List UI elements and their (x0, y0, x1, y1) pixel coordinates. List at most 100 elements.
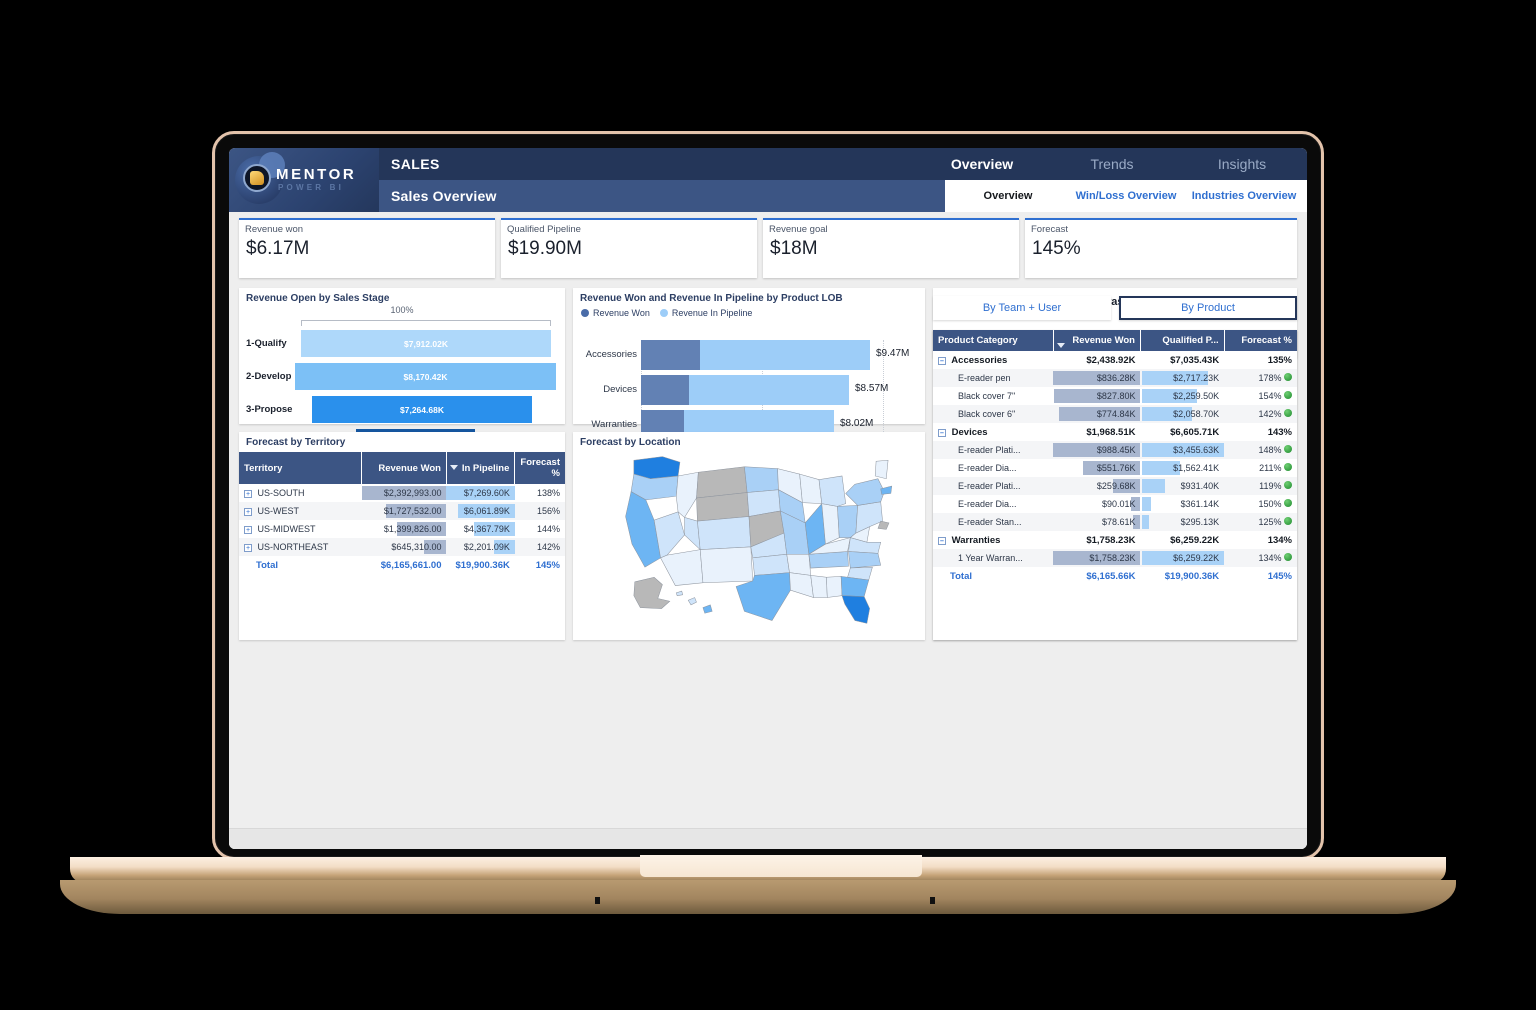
us-map-svg[interactable] (573, 452, 925, 627)
status-indicator-icon (1284, 553, 1292, 561)
col-territory[interactable]: Territory (239, 452, 363, 484)
panel-product-table: Product Category Revenue Won Qualified P… (933, 330, 1297, 640)
cell-product-name: Black cover 7" (958, 391, 1016, 401)
cell-product-name: 1 Year Warran... (933, 549, 1054, 567)
collapse-icon[interactable]: – (938, 536, 946, 545)
cell-text: 119% (1259, 481, 1282, 491)
cell-territory[interactable]: + US-MIDWEST (239, 520, 362, 538)
cell-forecast-pct: 125% (1224, 513, 1297, 531)
table-group-row[interactable]: – Warranties $1,758.23K $6,259.22K 134% (933, 531, 1297, 549)
table-row[interactable]: + US-MIDWEST $1,399,826.00 $4,367.79K 14… (239, 520, 565, 538)
cell-forecast-pct: 135% (1267, 354, 1292, 366)
state-NM (699, 546, 753, 584)
table-row[interactable]: E-reader Dia... $90.01K $361.14K 150% (933, 495, 1297, 513)
col-forecast-pct[interactable]: Forecast % (1224, 330, 1297, 351)
expand-icon[interactable]: + (244, 490, 252, 498)
col-qualified-pipeline[interactable]: Qualified P... (1140, 330, 1225, 351)
expand-icon[interactable]: + (244, 544, 252, 552)
cell-forecast-pct: 156% (514, 502, 565, 520)
funnel-row[interactable]: 3-Propose $7,264.68K (239, 396, 565, 426)
status-indicator-icon (1284, 409, 1292, 417)
expand-icon[interactable]: + (244, 526, 252, 534)
subtab-win-loss-overview[interactable]: Win/Loss Overview (1067, 190, 1185, 202)
table-row[interactable]: E-reader Stan... $78.61K $295.13K 125% (933, 513, 1297, 531)
col-label: Revenue Won (1072, 335, 1135, 346)
panel-revenue-open-by-sales-stage: Revenue Open by Sales Stage 100% 1-Quali… (239, 288, 565, 481)
cell-revenue-won: $90.01K (1053, 495, 1141, 513)
us-choropleth-map[interactable] (573, 452, 925, 627)
table-row[interactable]: + US-WEST $1,727,532.00 $6,061.89K 156% (239, 502, 565, 520)
toggle-by-team-user[interactable]: By Team + User (933, 296, 1111, 320)
status-indicator-icon (1284, 463, 1292, 471)
cell-territory[interactable]: + US-WEST (239, 502, 362, 520)
kpi-card-revenue-won[interactable]: Revenue won $6.17M (239, 218, 495, 278)
table-row[interactable]: 1 Year Warran... $1,758.23K $6,259.22K 1… (933, 549, 1297, 567)
cell-product-category[interactable]: – Devices (933, 423, 1053, 441)
funnel-bar[interactable]: $7,264.68K (312, 396, 532, 423)
tab-overview[interactable]: Overview (917, 156, 1047, 172)
cell-qualified: $6,259.22K (1140, 549, 1227, 567)
table-row[interactable]: E-reader Plati... $259.68K $931.40K 119% (933, 477, 1297, 495)
cell-territory[interactable]: + US-NORTHEAST (239, 538, 362, 556)
panel-title: Revenue Open by Sales Stage (246, 293, 390, 304)
tab-trends[interactable]: Trends (1047, 156, 1177, 172)
cell-product-category[interactable]: – Warranties (933, 531, 1053, 549)
cell-qualified: $295.13K (1140, 513, 1225, 531)
cell-revenue-won: $1,727,532.00 (361, 502, 447, 520)
state-MS (810, 575, 828, 598)
brand-logo[interactable]: MENTOR POWER BI (229, 148, 379, 212)
kpi-label: Forecast (1031, 224, 1068, 235)
cell-territory[interactable]: + US-SOUTH (239, 484, 362, 502)
cell-qualified: $3,455.63K (1140, 441, 1226, 459)
table-row[interactable]: E-reader pen $836.28K $2,717.23K 178% (933, 369, 1297, 387)
table-row[interactable]: + US-SOUTH $2,392,993.00 $7,269.60K 138% (239, 484, 565, 502)
bar-segment-revenue-in-pipeline[interactable] (689, 375, 849, 405)
cell-text: $2,201.09K (463, 542, 510, 552)
expand-icon[interactable]: + (244, 508, 252, 516)
funnel-bar[interactable]: $8,170.42K (295, 363, 556, 390)
cell-revenue-won: $551.76K (1053, 459, 1141, 477)
stacked-bar-row[interactable]: Accessories $9.47M (573, 340, 925, 370)
cell-qualified: $2,259.50K (1140, 387, 1224, 405)
col-forecast-pct[interactable]: Forecast % (514, 452, 565, 484)
col-revenue-won[interactable]: Revenue Won (361, 452, 447, 484)
table-row[interactable]: Black cover 7" $827.80K $2,259.50K 154% (933, 387, 1297, 405)
cell-product-category[interactable]: – Accessories (933, 351, 1053, 369)
table-row[interactable]: E-reader Dia... $551.76K $1,562.41K 211% (933, 459, 1297, 477)
collapse-icon[interactable]: – (938, 428, 946, 437)
collapse-icon[interactable]: – (938, 356, 946, 365)
funnel-row[interactable]: 2-Develop $8,170.42K (239, 363, 565, 393)
table-row[interactable]: E-reader Plati... $988.45K $3,455.63K 14… (933, 441, 1297, 459)
kpi-card-revenue-goal[interactable]: Revenue goal $18M (763, 218, 1019, 278)
subtab-overview[interactable]: Overview (949, 190, 1067, 202)
col-revenue-won[interactable]: Revenue Won (1053, 330, 1141, 351)
toggle-by-product[interactable]: By Product (1119, 296, 1297, 320)
bar-segment-revenue-in-pipeline[interactable] (700, 340, 870, 370)
table-group-row[interactable]: – Accessories $2,438.92K $7,035.43K 135% (933, 351, 1297, 369)
bar-segment-revenue-won[interactable] (641, 340, 700, 370)
bar-total-label: $8.57M (855, 383, 889, 394)
kpi-card-qualified-pipeline[interactable]: Qualified Pipeline $19.90M (501, 218, 757, 278)
cell-text: $295.13K (1180, 517, 1220, 527)
funnel-top-caliper-label: 100% (390, 305, 414, 315)
funnel-row[interactable]: 1-Qualify $7,912.02K (239, 330, 565, 360)
table-row[interactable]: Black cover 6" $774.84K $2,058.70K 142% (933, 405, 1297, 423)
data-bar (1142, 479, 1166, 493)
tab-insights[interactable]: Insights (1177, 156, 1307, 172)
kpi-card-forecast[interactable]: Forecast 145% (1025, 218, 1297, 278)
col-product-category[interactable]: Product Category (933, 330, 1054, 351)
subtab-industries-overview[interactable]: Industries Overview (1185, 190, 1303, 202)
sort-descending-icon (1056, 343, 1065, 348)
cell-revenue-won: $1,758.23K (1053, 549, 1141, 567)
col-in-pipeline[interactable]: In Pipeline (446, 452, 516, 484)
bar-category-label: Accessories (585, 349, 637, 360)
kpi-value: $6.17M (246, 238, 310, 259)
laptop-base (60, 880, 1456, 914)
cell-text: $774.84K (1096, 409, 1136, 419)
cell-in-pipeline: $7,269.60K (446, 484, 515, 502)
stacked-bar-row[interactable]: Devices $8.57M (573, 375, 925, 405)
funnel-bar[interactable]: $7,912.02K (301, 330, 551, 357)
table-group-row[interactable]: – Devices $1,968.51K $6,605.71K 143% (933, 423, 1297, 441)
bar-segment-revenue-won[interactable] (641, 375, 689, 405)
table-row[interactable]: + US-NORTHEAST $645,310.00 $2,201.09K 14… (239, 538, 565, 556)
